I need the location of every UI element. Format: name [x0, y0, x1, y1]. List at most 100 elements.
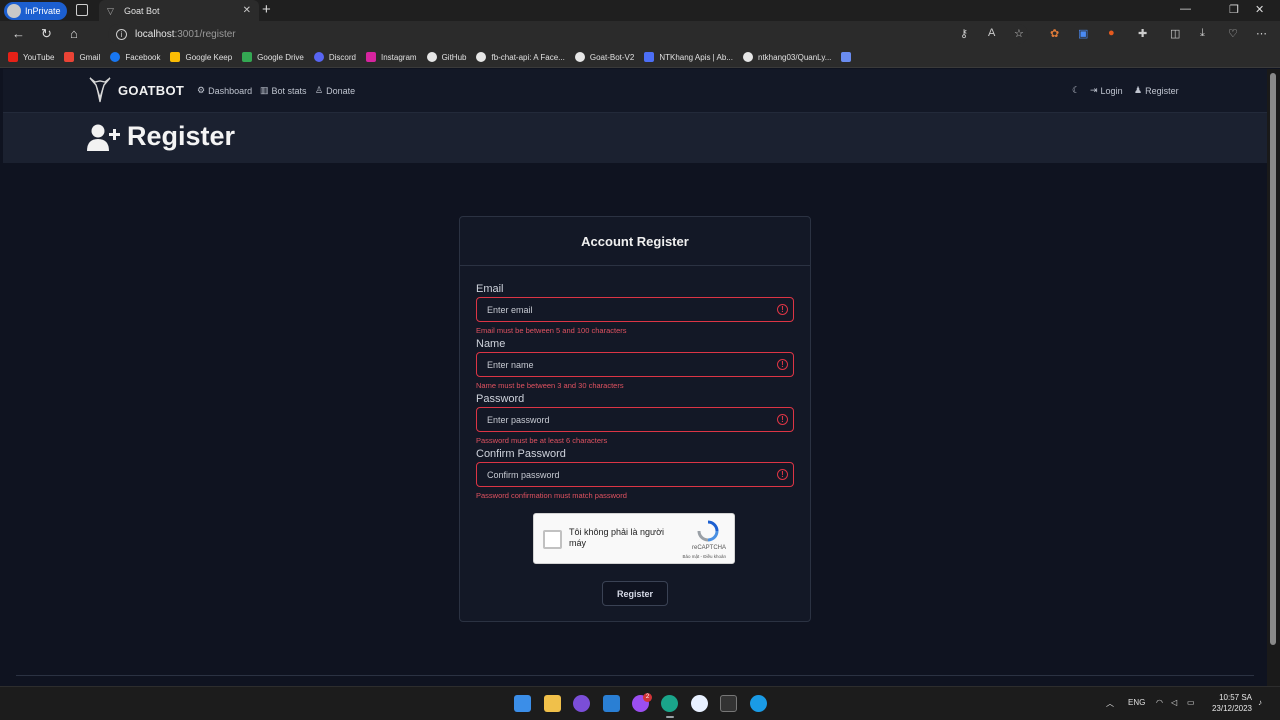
- password-error: Password must be at least 6 characters: [476, 436, 608, 445]
- zalo-icon[interactable]: [691, 695, 708, 712]
- bookmark-ntkhang-apis[interactable]: NTKhang Apis | Ab...: [644, 52, 733, 62]
- nav-dashboard[interactable]: ⚙ Dashboard: [197, 85, 252, 96]
- performance-icon[interactable]: ♡: [1228, 27, 1238, 40]
- active-app-indicator: [666, 716, 674, 718]
- bookmark-google-keep[interactable]: Google Keep: [170, 52, 232, 62]
- extensions-puzzle-icon[interactable]: ✚: [1138, 27, 1147, 40]
- translate-icon[interactable]: ▣: [1078, 27, 1088, 40]
- downloads-icon[interactable]: ⤓: [1200, 27, 1205, 40]
- bookmark-gmail[interactable]: Gmail: [64, 52, 100, 62]
- nav-login[interactable]: ⇥ Login: [1090, 85, 1123, 96]
- tab-title: Goat Bot: [124, 5, 160, 16]
- recaptcha-terms[interactable]: Bảo mật - Điều khoản: [682, 554, 726, 559]
- minimize-icon[interactable]: —: [1180, 3, 1191, 15]
- discord-icon: [313, 52, 324, 62]
- password-field[interactable]: [477, 408, 793, 431]
- google-drive-icon: [242, 52, 253, 62]
- register-button[interactable]: Register: [602, 581, 668, 606]
- recaptcha-brand: reCAPTCHA: [691, 545, 726, 551]
- card-header: Account Register: [460, 217, 810, 266]
- wifi-icon[interactable]: ◠: [1156, 698, 1163, 707]
- facebook-icon: [110, 52, 121, 62]
- bookmark-google-drive[interactable]: Google Drive: [242, 52, 304, 62]
- vscode-icon[interactable]: [603, 695, 620, 712]
- refresh-icon[interactable]: ↻: [41, 26, 52, 42]
- split-screen-icon[interactable]: ◫: [1170, 27, 1180, 40]
- new-tab-icon[interactable]: +: [262, 2, 271, 17]
- url-bar[interactable]: i localhost :3001/register: [108, 24, 1028, 44]
- scrollbar-thumb[interactable]: [1270, 73, 1276, 645]
- bookmark-fb-chat-api[interactable]: fb-chat-api: A Face...: [476, 52, 565, 62]
- windows-taskbar: 2 ︿ ENG ◠ ◁ ▭ 10:57 SA 23/12/2023 ♪: [0, 686, 1280, 720]
- browser-tab[interactable]: ▽ Goat Bot ✕: [99, 0, 259, 21]
- language-indicator[interactable]: ENG: [1128, 698, 1145, 707]
- ntkhang-icon: [644, 52, 655, 62]
- theme-toggle[interactable]: ☾: [1072, 85, 1083, 96]
- messenger-badge: 2: [643, 693, 652, 702]
- password-label: Password: [476, 393, 525, 405]
- system-clock[interactable]: 10:57 SA 23/12/2023: [1206, 692, 1252, 714]
- register-card: Account Register Email ! Email must be b…: [459, 216, 811, 622]
- bookmark-youtube[interactable]: YouTube: [8, 52, 54, 62]
- close-tab-icon[interactable]: ✕: [243, 5, 251, 16]
- confirm-password-group: Confirm Password ! Password confirmation…: [476, 448, 794, 500]
- bookmark-folder[interactable]: [841, 52, 856, 62]
- tab-actions-icon[interactable]: [76, 4, 88, 16]
- favorite-star-icon[interactable]: ☆: [1014, 27, 1024, 40]
- github-desktop-icon[interactable]: [573, 695, 590, 712]
- chart-icon: ▥: [260, 85, 269, 95]
- email-group: Email ! Email must be between 5 and 100 …: [476, 283, 794, 335]
- github-icon: [743, 52, 753, 62]
- read-aloud-icon[interactable]: A: [988, 27, 995, 39]
- close-window-icon[interactable]: ✕: [1255, 3, 1264, 16]
- name-field[interactable]: [477, 353, 793, 376]
- error-icon: !: [777, 414, 788, 425]
- notification-bell-icon[interactable]: ♪: [1258, 698, 1262, 707]
- gear-icon: ⚙: [197, 85, 206, 95]
- nav-bot-stats[interactable]: ▥ Bot stats: [260, 85, 307, 96]
- back-icon[interactable]: ←: [12, 26, 25, 41]
- terminal-icon[interactable]: [720, 695, 737, 712]
- bookmark-discord[interactable]: Discord: [313, 52, 356, 62]
- url-path: :3001/register: [174, 28, 236, 40]
- bookmark-ntkhang03-quanly[interactable]: ntkhang03/QuanLy...: [743, 52, 831, 62]
- battery-icon[interactable]: ▭: [1187, 698, 1195, 707]
- edge-icon[interactable]: [661, 695, 678, 712]
- extension-icon[interactable]: ✿: [1050, 27, 1059, 40]
- extension-2-icon[interactable]: ●: [1108, 27, 1115, 39]
- site-navbar: GOATBOT ⚙ Dashboard ▥ Bot stats ♙ Donate ☾ …: [3, 69, 1267, 113]
- recaptcha-label: Tôi không phải là người máy: [569, 527, 664, 548]
- email-field[interactable]: [477, 298, 793, 321]
- github-icon: [574, 52, 585, 62]
- chevron-up-icon[interactable]: ︿: [1106, 698, 1114, 709]
- key-icon[interactable]: ⚷: [960, 27, 968, 40]
- more-menu-icon[interactable]: ⋯: [1256, 27, 1267, 40]
- card-title: Account Register: [581, 233, 689, 249]
- inprivate-badge[interactable]: InPrivate: [4, 2, 67, 20]
- footer-divider: [16, 675, 1254, 676]
- recaptcha-checkbox[interactable]: [543, 530, 562, 549]
- recaptcha-widget: Tôi không phải là người máy reCAPTCHA Bả…: [533, 513, 735, 564]
- volume-icon[interactable]: ◁: [1171, 698, 1177, 707]
- edge-dev-icon[interactable]: [750, 695, 767, 712]
- user-plus-icon: ♟: [1134, 85, 1143, 95]
- file-explorer-icon[interactable]: [544, 695, 561, 712]
- site-info-icon[interactable]: i: [116, 28, 127, 40]
- page-header: Register: [3, 113, 1267, 163]
- maximize-icon[interactable]: ❐: [1229, 3, 1239, 16]
- bookmark-github[interactable]: GitHub: [426, 52, 466, 62]
- bookmark-instagram[interactable]: Instagram: [365, 52, 417, 62]
- nav-donate[interactable]: ♙ Donate: [315, 85, 355, 96]
- bookmarks-bar: YouTube Gmail Facebook Google Keep Googl…: [0, 47, 1280, 68]
- page-scrollbar[interactable]: [1267, 69, 1280, 686]
- brand-name[interactable]: GOATBOT: [118, 83, 184, 98]
- bookmark-facebook[interactable]: Facebook: [110, 52, 160, 62]
- youtube-icon: [8, 52, 18, 62]
- start-windows-icon[interactable]: [514, 695, 531, 712]
- error-icon: !: [777, 469, 788, 480]
- bookmark-goat-bot-v2[interactable]: Goat-Bot-V2: [574, 52, 634, 62]
- error-icon: !: [777, 304, 788, 315]
- home-icon[interactable]: ⌂: [70, 26, 78, 41]
- nav-register[interactable]: ♟ Register: [1134, 85, 1179, 96]
- confirm-password-field[interactable]: [477, 463, 793, 486]
